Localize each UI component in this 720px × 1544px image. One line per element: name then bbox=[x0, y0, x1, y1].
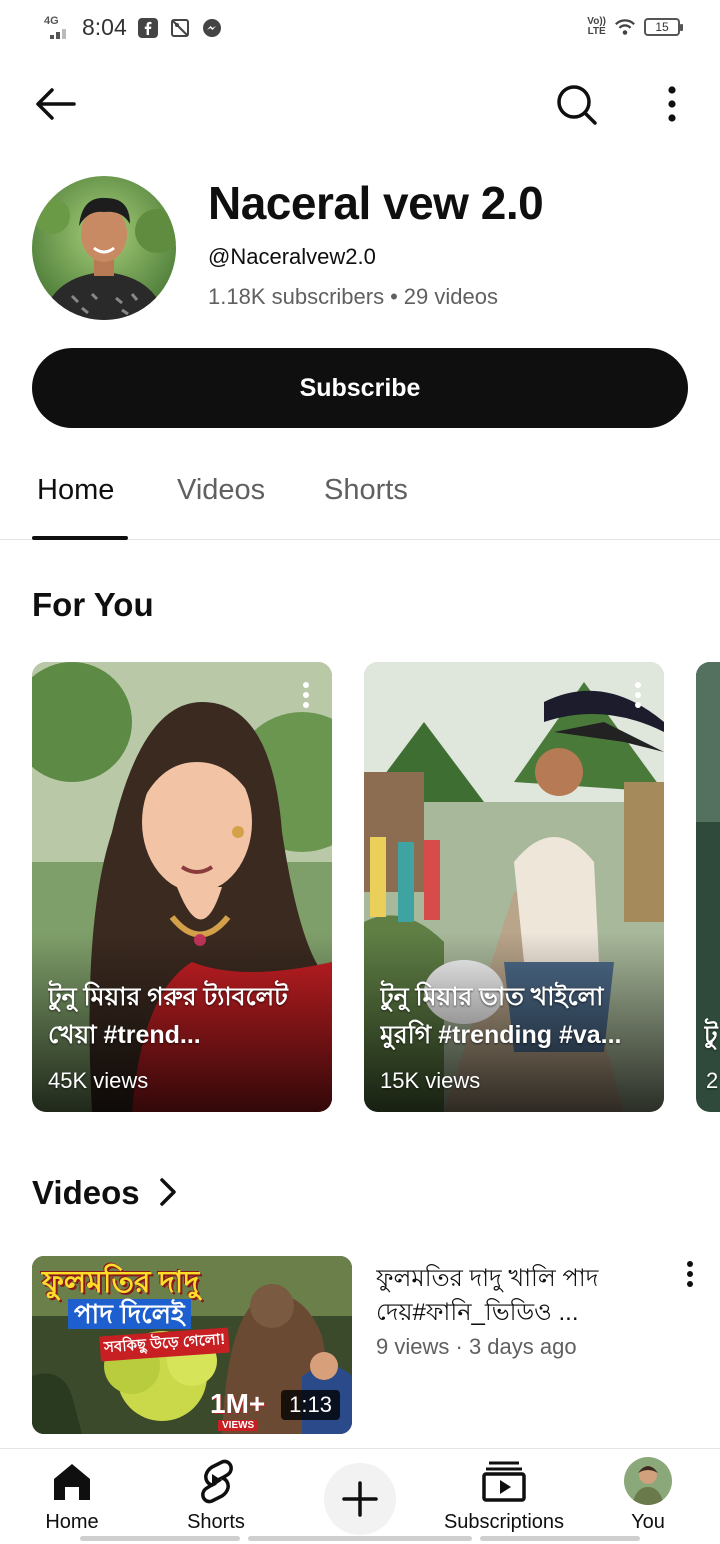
short-views: 45K views bbox=[48, 1068, 149, 1093]
short-title: টুনু মিয়ার ভাত খাইলো মুরগি #trending #v… bbox=[380, 983, 622, 1049]
short-card[interactable]: টুনু মিয়ার ভাত খাইলো মুরগি #trending #v… bbox=[364, 662, 664, 1112]
tab-shorts[interactable]: Shorts bbox=[324, 474, 408, 507]
short-views: 15K views bbox=[380, 1068, 481, 1093]
gesture-bar bbox=[480, 1536, 640, 1541]
nav-home[interactable]: Home bbox=[0, 1449, 144, 1544]
thumbnail-badge: 1M+ bbox=[210, 1388, 266, 1419]
nav-shorts[interactable]: Shorts bbox=[144, 1449, 288, 1544]
thumbnail-badge-sub: VIEWS bbox=[218, 1420, 259, 1431]
arrow-left-icon bbox=[36, 88, 76, 120]
status-bar: 4G 8:04 Vo)) LTE 15 bbox=[0, 0, 720, 56]
more-vertical-icon bbox=[687, 1261, 693, 1287]
bottom-navigation: Home Shorts Subscriptions You bbox=[0, 1448, 720, 1544]
more-options-button[interactable] bbox=[650, 82, 694, 126]
subscriptions-icon bbox=[480, 1457, 528, 1505]
gesture-bar bbox=[248, 1536, 472, 1541]
short-views: 2 bbox=[706, 1068, 719, 1093]
tab-videos[interactable]: Videos bbox=[177, 474, 265, 507]
videos-heading[interactable]: Videos bbox=[32, 1174, 140, 1212]
channel-name: Naceral vew 2.0 bbox=[208, 177, 544, 229]
channel-avatar[interactable] bbox=[32, 176, 176, 320]
for-you-heading: For You bbox=[32, 586, 154, 623]
status-time: 8:04 bbox=[82, 14, 127, 40]
videos-section-chevron[interactable] bbox=[156, 1174, 180, 1210]
volte-indicator: Vo)) LTE bbox=[587, 16, 606, 37]
chevron-right-icon bbox=[160, 1178, 176, 1206]
gallery-icon bbox=[169, 17, 191, 39]
back-button[interactable] bbox=[30, 82, 80, 126]
video-age: 3 days ago bbox=[468, 1334, 577, 1359]
nav-you[interactable]: You bbox=[576, 1449, 720, 1544]
home-icon bbox=[48, 1457, 96, 1505]
nav-subscriptions[interactable]: Subscriptions bbox=[432, 1449, 576, 1544]
messenger-icon bbox=[201, 17, 223, 39]
nav-home-label: Home bbox=[45, 1511, 99, 1533]
short-more-button[interactable] bbox=[628, 680, 648, 710]
short-title: টুনু মিয়ার গরুর ট্যাবলেট খেয়া #trend..… bbox=[48, 983, 288, 1049]
tab-home[interactable]: Home bbox=[37, 474, 114, 507]
subscriber-count: 1.18K subscribers bbox=[208, 284, 385, 309]
more-vertical-icon bbox=[668, 86, 676, 122]
meta-separator: · bbox=[455, 1334, 463, 1359]
video-count: 29 videos bbox=[403, 284, 498, 309]
shorts-icon bbox=[192, 1457, 240, 1505]
video-meta: 9 views · 3 days ago bbox=[376, 1334, 577, 1360]
create-button[interactable] bbox=[324, 1463, 396, 1535]
network-type: 4G bbox=[44, 14, 59, 27]
active-tab-indicator bbox=[32, 536, 128, 540]
gesture-bar bbox=[80, 1536, 240, 1541]
facebook-icon bbox=[137, 17, 159, 39]
search-icon bbox=[557, 85, 597, 125]
video-more-button[interactable] bbox=[680, 1260, 700, 1290]
nav-subscriptions-label: Subscriptions bbox=[443, 1511, 565, 1533]
subscribe-button[interactable]: Subscribe bbox=[32, 348, 688, 428]
plus-icon bbox=[342, 1481, 378, 1517]
network-indicator: 4G bbox=[44, 15, 72, 41]
short-title: টু ব bbox=[704, 1021, 720, 1049]
wifi-icon bbox=[614, 16, 636, 38]
stats-separator: • bbox=[390, 284, 398, 309]
video-views: 9 views bbox=[376, 1334, 450, 1359]
more-vertical-icon bbox=[303, 682, 309, 708]
short-card[interactable]: টুনু মিয়ার গরুর ট্যাবলেট খেয়া #trend..… bbox=[32, 662, 332, 1112]
battery-indicator: 15 bbox=[644, 18, 683, 36]
video-title[interactable]: ফুলমতির দাদু খালি পাদ দেয়#ফানি_ভিডিও ..… bbox=[376, 1262, 666, 1330]
you-avatar-icon bbox=[624, 1457, 672, 1505]
channel-handle: @Naceralvew2.0 bbox=[208, 244, 376, 269]
short-card[interactable]: টু ব 2 bbox=[696, 662, 720, 1112]
video-thumbnail[interactable]: ফুলমতির দাদু পাদ দিলেই সবকিছু উড়ে গেলো!… bbox=[32, 1256, 352, 1434]
channel-stats: 1.18K subscribers • 29 videos bbox=[208, 284, 498, 310]
short-more-button[interactable] bbox=[296, 680, 316, 710]
nav-shorts-label: Shorts bbox=[187, 1511, 245, 1533]
search-button[interactable] bbox=[548, 78, 604, 130]
top-app-bar bbox=[0, 64, 720, 144]
channel-tabs: Home Videos Shorts bbox=[0, 458, 720, 540]
nav-you-label: You bbox=[631, 1511, 665, 1533]
video-duration: 1:13 bbox=[281, 1390, 340, 1420]
more-vertical-icon bbox=[635, 682, 641, 708]
